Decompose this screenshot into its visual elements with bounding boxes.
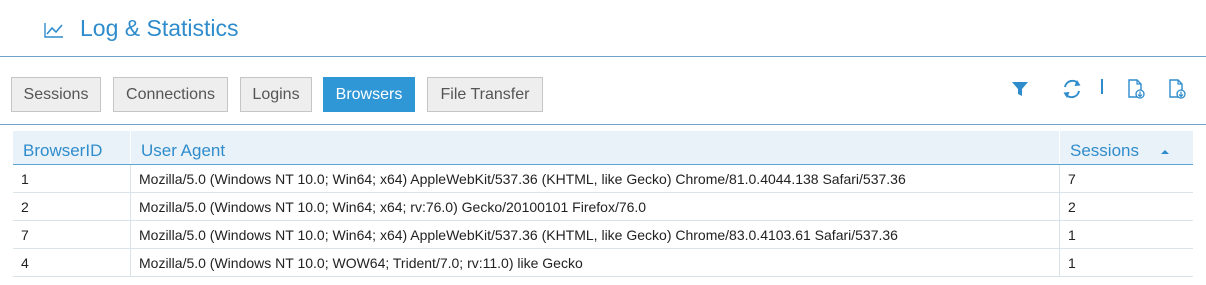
export-file-icon[interactable] xyxy=(1125,78,1147,100)
tab-browsers[interactable]: Browsers xyxy=(323,77,415,112)
table-row[interactable]: 2 Mozilla/5.0 (Windows NT 10.0; Win64; x… xyxy=(13,193,1193,221)
cell-user-agent: Mozilla/5.0 (Windows NT 10.0; Win64; x64… xyxy=(130,193,1059,221)
column-header-sessions-label: Sessions xyxy=(1070,141,1139,160)
tab-sessions[interactable]: Sessions xyxy=(11,77,101,112)
line-chart-icon xyxy=(44,23,63,38)
download-file-icon[interactable] xyxy=(1166,78,1188,100)
filter-icon[interactable] xyxy=(1009,78,1031,100)
cell-browserid: 7 xyxy=(21,227,29,243)
cell-user-agent: Mozilla/5.0 (Windows NT 10.0; WOW64; Tri… xyxy=(130,249,1059,277)
cell-sessions: 1 xyxy=(1059,249,1193,277)
page-header: Log & Statistics xyxy=(0,0,1206,57)
cell-browserid: 4 xyxy=(21,255,29,271)
browsers-table: BrowserID User Agent Sessions 1 Mozilla/… xyxy=(13,131,1193,277)
cell-user-agent: Mozilla/5.0 (Windows NT 10.0; Win64; x64… xyxy=(130,221,1059,249)
tab-file-transfer[interactable]: File Transfer xyxy=(427,77,543,112)
cell-browserid: 2 xyxy=(21,199,29,215)
toolbar-separator xyxy=(1101,79,1103,94)
table-header: BrowserID User Agent Sessions xyxy=(13,131,1193,165)
column-header-browserid[interactable]: BrowserID xyxy=(13,131,130,164)
tab-connections[interactable]: Connections xyxy=(113,77,228,112)
table-row[interactable]: 4 Mozilla/5.0 (Windows NT 10.0; WOW64; T… xyxy=(13,249,1193,277)
sort-ascending-icon xyxy=(1161,150,1169,154)
column-header-user-agent[interactable]: User Agent xyxy=(130,131,1059,164)
log-statistics-page: Log & Statistics Sessions Connections Lo… xyxy=(0,0,1206,285)
refresh-icon[interactable] xyxy=(1061,78,1083,100)
cell-user-agent: Mozilla/5.0 (Windows NT 10.0; Win64; x64… xyxy=(130,165,1059,193)
table-row[interactable]: 1 Mozilla/5.0 (Windows NT 10.0; Win64; x… xyxy=(13,165,1193,193)
tab-logins[interactable]: Logins xyxy=(240,77,312,112)
cell-browserid: 1 xyxy=(21,171,29,187)
page-title: Log & Statistics xyxy=(80,15,239,41)
toolbar-divider xyxy=(0,124,1206,125)
column-header-sessions[interactable]: Sessions xyxy=(1059,131,1193,164)
cell-sessions: 7 xyxy=(1059,165,1193,193)
cell-sessions: 1 xyxy=(1059,221,1193,249)
cell-sessions: 2 xyxy=(1059,193,1193,221)
table-row[interactable]: 7 Mozilla/5.0 (Windows NT 10.0; Win64; x… xyxy=(13,221,1193,249)
